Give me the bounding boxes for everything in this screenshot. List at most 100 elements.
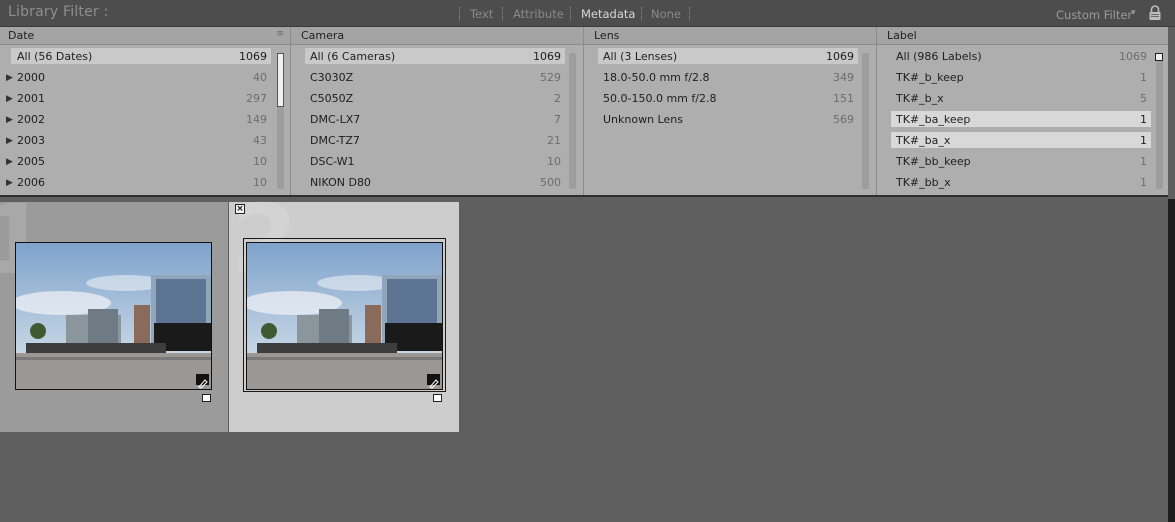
lock-icon[interactable] <box>1148 5 1162 21</box>
date-row-2001[interactable]: ▶ 2001 297 <box>0 90 271 106</box>
separator <box>570 7 571 21</box>
camera-row-all[interactable]: All (6 Cameras) 1069 <box>305 48 565 64</box>
label-column-header[interactable]: Label <box>877 27 1168 45</box>
camera-row-dmc-tz7[interactable]: DMC-TZ7 21 <box>305 132 565 148</box>
camera-row-c5050z[interactable]: C5050Z 2 <box>305 90 565 106</box>
grid-scrollbar[interactable] <box>1168 199 1175 522</box>
row-count: 1 <box>1140 176 1147 189</box>
date-row-all[interactable]: All (56 Dates) 1069 <box>11 48 271 64</box>
date-row-2003[interactable]: ▶ 2003 43 <box>0 132 271 148</box>
camera-row-dmc-lx7[interactable]: DMC-LX7 7 <box>305 111 565 127</box>
row-label: TK#_bb_x <box>896 176 951 189</box>
label-row-b-keep[interactable]: TK#_b_keep 1 <box>891 69 1151 85</box>
row-label: 2002 <box>17 113 45 126</box>
row-label: All (6 Cameras) <box>310 50 396 63</box>
row-count: 43 <box>253 134 267 147</box>
row-count: 1 <box>1140 113 1147 126</box>
disclosure-triangle-icon[interactable]: ▶ <box>6 136 13 146</box>
label-row-bb-keep[interactable]: TK#_bb_keep 1 <box>891 153 1151 169</box>
lens-column-header[interactable]: Lens <box>584 27 876 45</box>
grid-cell-1[interactable]: 1 <box>0 184 228 432</box>
camera-column-header[interactable]: Camera <box>291 27 583 45</box>
metadata-badge-icon[interactable] <box>427 374 440 389</box>
row-label: 2000 <box>17 71 45 84</box>
date-row-2000[interactable]: ▶ 2000 40 <box>0 69 271 85</box>
metadata-badge-icon[interactable] <box>196 374 209 389</box>
row-label: C5050Z <box>310 92 354 105</box>
row-count: 40 <box>253 71 267 84</box>
lens-column: Lens All (3 Lenses) 1069 18.0-50.0 mm f/… <box>584 27 877 195</box>
row-count: 529 <box>540 71 561 84</box>
lens-row-all[interactable]: All (3 Lenses) 1069 <box>598 48 858 64</box>
row-count: 1069 <box>826 50 854 63</box>
sort-icon[interactable]: ≡ <box>276 29 284 39</box>
row-label: 2003 <box>17 134 45 147</box>
disclosure-triangle-icon[interactable]: ▶ <box>6 157 13 167</box>
flag-reject-icon[interactable]: × <box>235 204 245 214</box>
date-row-2005[interactable]: ▶ 2005 10 <box>0 153 271 169</box>
column-title: Date <box>8 29 35 42</box>
column-title: Lens <box>594 29 620 42</box>
column-title: Camera <box>301 29 345 42</box>
date-row-2002[interactable]: ▶ 2002 149 <box>0 111 271 127</box>
row-label: TK#_ba_keep <box>896 113 971 126</box>
row-count: 297 <box>246 92 267 105</box>
row-label: All (3 Lenses) <box>603 50 678 63</box>
separator <box>641 7 642 21</box>
row-label: 18.0-50.0 mm f/2.8 <box>603 71 710 84</box>
row-count: 10 <box>253 155 267 168</box>
date-scrollbar-thumb[interactable] <box>277 53 284 107</box>
dropdown-arrow-icon[interactable]: ▾ <box>1131 8 1136 18</box>
label-row-ba-keep[interactable]: TK#_ba_keep 1 <box>891 111 1151 127</box>
date-column-header[interactable]: Date ≡ <box>0 27 290 45</box>
lens-row-unknown[interactable]: Unknown Lens 569 <box>598 111 858 127</box>
filter-mode-attribute[interactable]: Attribute <box>513 7 564 21</box>
row-count: 1 <box>1140 71 1147 84</box>
photo-thumbnail[interactable] <box>246 242 443 390</box>
label-scrollbar-thumb[interactable] <box>1155 53 1163 61</box>
row-label: DMC-LX7 <box>310 113 361 126</box>
camera-row-nikon-d80[interactable]: NIKON D80 500 <box>305 174 565 190</box>
check-box-icon[interactable] <box>202 394 211 402</box>
label-row-ba-x[interactable]: TK#_ba_x 1 <box>891 132 1151 148</box>
disclosure-triangle-icon[interactable]: ▶ <box>6 115 13 125</box>
separator <box>689 7 690 21</box>
lens-row-18-50mm[interactable]: 18.0-50.0 mm f/2.8 349 <box>598 69 858 85</box>
row-label: 2005 <box>17 155 45 168</box>
grid-cell-2[interactable]: 2 × <box>229 184 459 432</box>
label-column: Label All (986 Labels) 1069 TK#_b_keep 1… <box>877 27 1168 195</box>
row-label: TK#_b_keep <box>896 71 964 84</box>
label-row-bb-x[interactable]: TK#_bb_x 1 <box>891 174 1151 190</box>
camera-scrollbar[interactable] <box>569 53 576 189</box>
row-count: 500 <box>540 176 561 189</box>
date-scrollbar[interactable] <box>277 53 284 189</box>
camera-column: Camera All (6 Cameras) 1069 C3030Z 529 C… <box>291 27 584 195</box>
thumbnail-grid: 1 2 × <box>0 184 1168 522</box>
row-label: Unknown Lens <box>603 113 683 126</box>
photo-thumbnail[interactable] <box>15 242 212 390</box>
row-label: DSC-W1 <box>310 155 355 168</box>
check-box-icon[interactable] <box>433 394 442 402</box>
filter-mode-text[interactable]: Text <box>470 7 493 21</box>
filter-preset-dropdown[interactable]: Custom Filter <box>1056 8 1132 22</box>
lens-scrollbar[interactable] <box>862 53 869 189</box>
row-count: 10 <box>547 155 561 168</box>
disclosure-triangle-icon[interactable]: ▶ <box>6 73 13 83</box>
row-label: TK#_ba_x <box>896 134 951 147</box>
row-count: 1 <box>1140 134 1147 147</box>
photo-image <box>16 243 211 389</box>
disclosure-triangle-icon[interactable]: ▶ <box>6 94 13 104</box>
camera-row-c3030z[interactable]: C3030Z 529 <box>305 69 565 85</box>
filter-mode-none[interactable]: None <box>651 7 681 21</box>
row-label: All (986 Labels) <box>896 50 982 63</box>
label-scrollbar[interactable] <box>1155 53 1163 189</box>
label-row-b-x[interactable]: TK#_b_x 5 <box>891 90 1151 106</box>
row-label: 50.0-150.0 mm f/2.8 <box>603 92 717 105</box>
row-count: 2 <box>554 92 561 105</box>
lens-row-50-150mm[interactable]: 50.0-150.0 mm f/2.8 151 <box>598 90 858 106</box>
filter-mode-metadata[interactable]: Metadata <box>581 7 635 21</box>
row-count: 5 <box>1140 92 1147 105</box>
row-count: 349 <box>833 71 854 84</box>
label-row-all[interactable]: All (986 Labels) 1069 <box>891 48 1151 64</box>
camera-row-dsc-w1[interactable]: DSC-W1 10 <box>305 153 565 169</box>
